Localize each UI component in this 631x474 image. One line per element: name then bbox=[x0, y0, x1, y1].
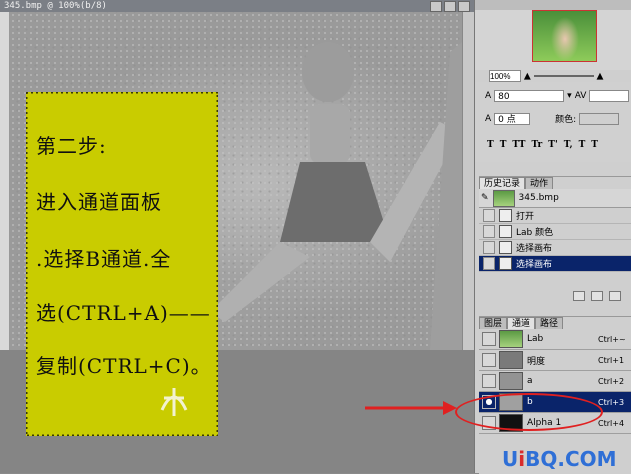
new-snapshot-icon[interactable] bbox=[591, 291, 603, 301]
color-swatch[interactable] bbox=[579, 112, 620, 125]
history-item-label: 打开 bbox=[516, 212, 535, 222]
tracking-icon: A bbox=[485, 113, 492, 124]
channel-shortcut: Ctrl+2 bbox=[598, 376, 625, 386]
underline-button[interactable]: T bbox=[579, 140, 586, 150]
note-line: 复制(CTRL+C)。 bbox=[36, 354, 212, 378]
tab-layers[interactable]: 图层 bbox=[479, 317, 508, 329]
author-logo bbox=[160, 388, 188, 416]
tab-paths[interactable]: 路径 bbox=[535, 317, 564, 329]
superscript-button[interactable]: T' bbox=[548, 140, 557, 150]
maximize-button[interactable] bbox=[444, 1, 456, 12]
vertical-ruler bbox=[0, 12, 10, 350]
history-item[interactable]: 打开 bbox=[479, 208, 631, 224]
navigator-panel bbox=[475, 0, 631, 70]
channel-name: Lab bbox=[527, 334, 544, 344]
site-watermark: UiBQ.COM bbox=[502, 447, 617, 471]
close-button[interactable] bbox=[458, 1, 470, 12]
history-item-selected[interactable]: 选择画布 bbox=[479, 256, 631, 272]
history-item-label: Lab 颜色 bbox=[516, 228, 554, 238]
note-line: 第二步: bbox=[36, 134, 107, 158]
tab-channels[interactable]: 通道 bbox=[507, 317, 536, 329]
zoom-input[interactable] bbox=[489, 70, 521, 82]
history-source-checkbox[interactable] bbox=[483, 225, 495, 238]
note-line: .选择B通道.全 bbox=[36, 247, 172, 271]
history-panel: 历史记录 动作 ✎ 345.bmp 打开 Lab 颜色 选择画布 选择画布 bbox=[479, 176, 631, 301]
navigator-zoom-row: ▲ ▲ bbox=[489, 70, 629, 82]
watermark-prefix: U bbox=[502, 447, 519, 471]
history-item[interactable]: Lab 颜色 bbox=[479, 224, 631, 240]
document-title-bar[interactable]: 345.bmp @ 100%(b/8) bbox=[0, 0, 474, 12]
chevron-down-icon[interactable]: ▾ bbox=[567, 91, 572, 101]
minimize-button[interactable] bbox=[430, 1, 442, 12]
channel-row-lab[interactable]: Lab Ctrl+~ bbox=[479, 329, 631, 350]
small-caps-button[interactable]: Tr bbox=[531, 140, 542, 150]
tracking-field[interactable]: 0 点 bbox=[494, 112, 531, 125]
new-document-icon[interactable] bbox=[573, 291, 585, 301]
annotation-arrow bbox=[365, 401, 457, 415]
channel-name: a bbox=[527, 376, 533, 386]
channel-row-a[interactable]: a Ctrl+2 bbox=[479, 371, 631, 392]
note-line: 选(CTRL+A)—— bbox=[36, 301, 211, 325]
history-step-icon bbox=[499, 241, 512, 254]
faux-bold-button[interactable]: T bbox=[487, 140, 494, 150]
snapshot-thumbnail bbox=[492, 189, 515, 207]
color-label: 颜色: bbox=[555, 115, 577, 125]
history-item[interactable]: 选择画布 bbox=[479, 240, 631, 256]
navigator-header[interactable] bbox=[475, 0, 631, 10]
navigator-thumbnail[interactable] bbox=[532, 10, 597, 62]
kerning-icon: AV bbox=[574, 91, 587, 101]
channel-shortcut: Ctrl+4 bbox=[598, 418, 625, 428]
channel-shortcut: Ctrl+~ bbox=[598, 334, 626, 344]
leading-icon: A bbox=[485, 91, 492, 101]
history-source-checkbox[interactable] bbox=[483, 257, 495, 270]
faux-italic-button[interactable]: T bbox=[500, 140, 507, 150]
history-step-icon bbox=[499, 209, 512, 222]
history-snapshot[interactable]: ✎ 345.bmp bbox=[479, 189, 631, 208]
history-item-label: 选择画布 bbox=[516, 244, 553, 254]
zoom-slider[interactable] bbox=[533, 75, 594, 77]
channel-shortcut: Ctrl+1 bbox=[598, 355, 625, 365]
snapshot-label: 345.bmp bbox=[518, 193, 559, 203]
visibility-toggle[interactable] bbox=[482, 353, 496, 367]
channel-shortcut: Ctrl+3 bbox=[598, 397, 625, 407]
tab-actions[interactable]: 动作 bbox=[525, 177, 554, 189]
channel-thumbnail bbox=[499, 372, 523, 390]
channel-name: 明度 bbox=[527, 356, 546, 367]
leading-field[interactable]: 80 bbox=[494, 90, 565, 102]
all-caps-button[interactable]: TT bbox=[512, 140, 525, 150]
history-source-checkbox[interactable] bbox=[483, 241, 495, 254]
annotation-ellipse bbox=[455, 393, 603, 431]
channel-thumbnail bbox=[499, 351, 523, 369]
type-style-buttons: T T TT Tr T' T, T T bbox=[487, 140, 598, 150]
history-source-checkbox[interactable] bbox=[483, 209, 495, 222]
zoom-out-icon[interactable]: ▲ bbox=[524, 72, 531, 82]
history-panel-buttons bbox=[573, 291, 621, 301]
character-panel: A 80 ▾ AV A 0 点 颜色: bbox=[475, 82, 631, 162]
visibility-toggle[interactable] bbox=[482, 374, 496, 388]
history-step-icon bbox=[499, 257, 512, 270]
subscript-button[interactable]: T, bbox=[564, 140, 573, 150]
tab-history[interactable]: 历史记录 bbox=[479, 177, 526, 189]
kerning-field[interactable] bbox=[589, 90, 630, 102]
watermark-suffix: BQ.COM bbox=[525, 447, 617, 471]
strikethrough-button[interactable]: T bbox=[591, 140, 598, 150]
history-item-label: 选择画布 bbox=[516, 260, 553, 270]
instruction-note: 第二步: 进入通道面板 .选择B通道.全 选(CTRL+A)—— 复制(CTRL… bbox=[26, 92, 218, 436]
visibility-toggle[interactable] bbox=[482, 332, 496, 346]
history-step-icon bbox=[499, 225, 512, 238]
note-line: 进入通道面板 bbox=[36, 190, 162, 214]
channel-row-lightness[interactable]: 明度 Ctrl+1 bbox=[479, 350, 631, 371]
document-title: 345.bmp @ 100%(b/8) bbox=[4, 1, 107, 11]
snapshot-brush-icon: ✎ bbox=[481, 193, 489, 203]
trash-icon[interactable] bbox=[609, 291, 621, 301]
zoom-in-icon[interactable]: ▲ bbox=[597, 72, 604, 82]
channel-thumbnail bbox=[499, 330, 523, 348]
